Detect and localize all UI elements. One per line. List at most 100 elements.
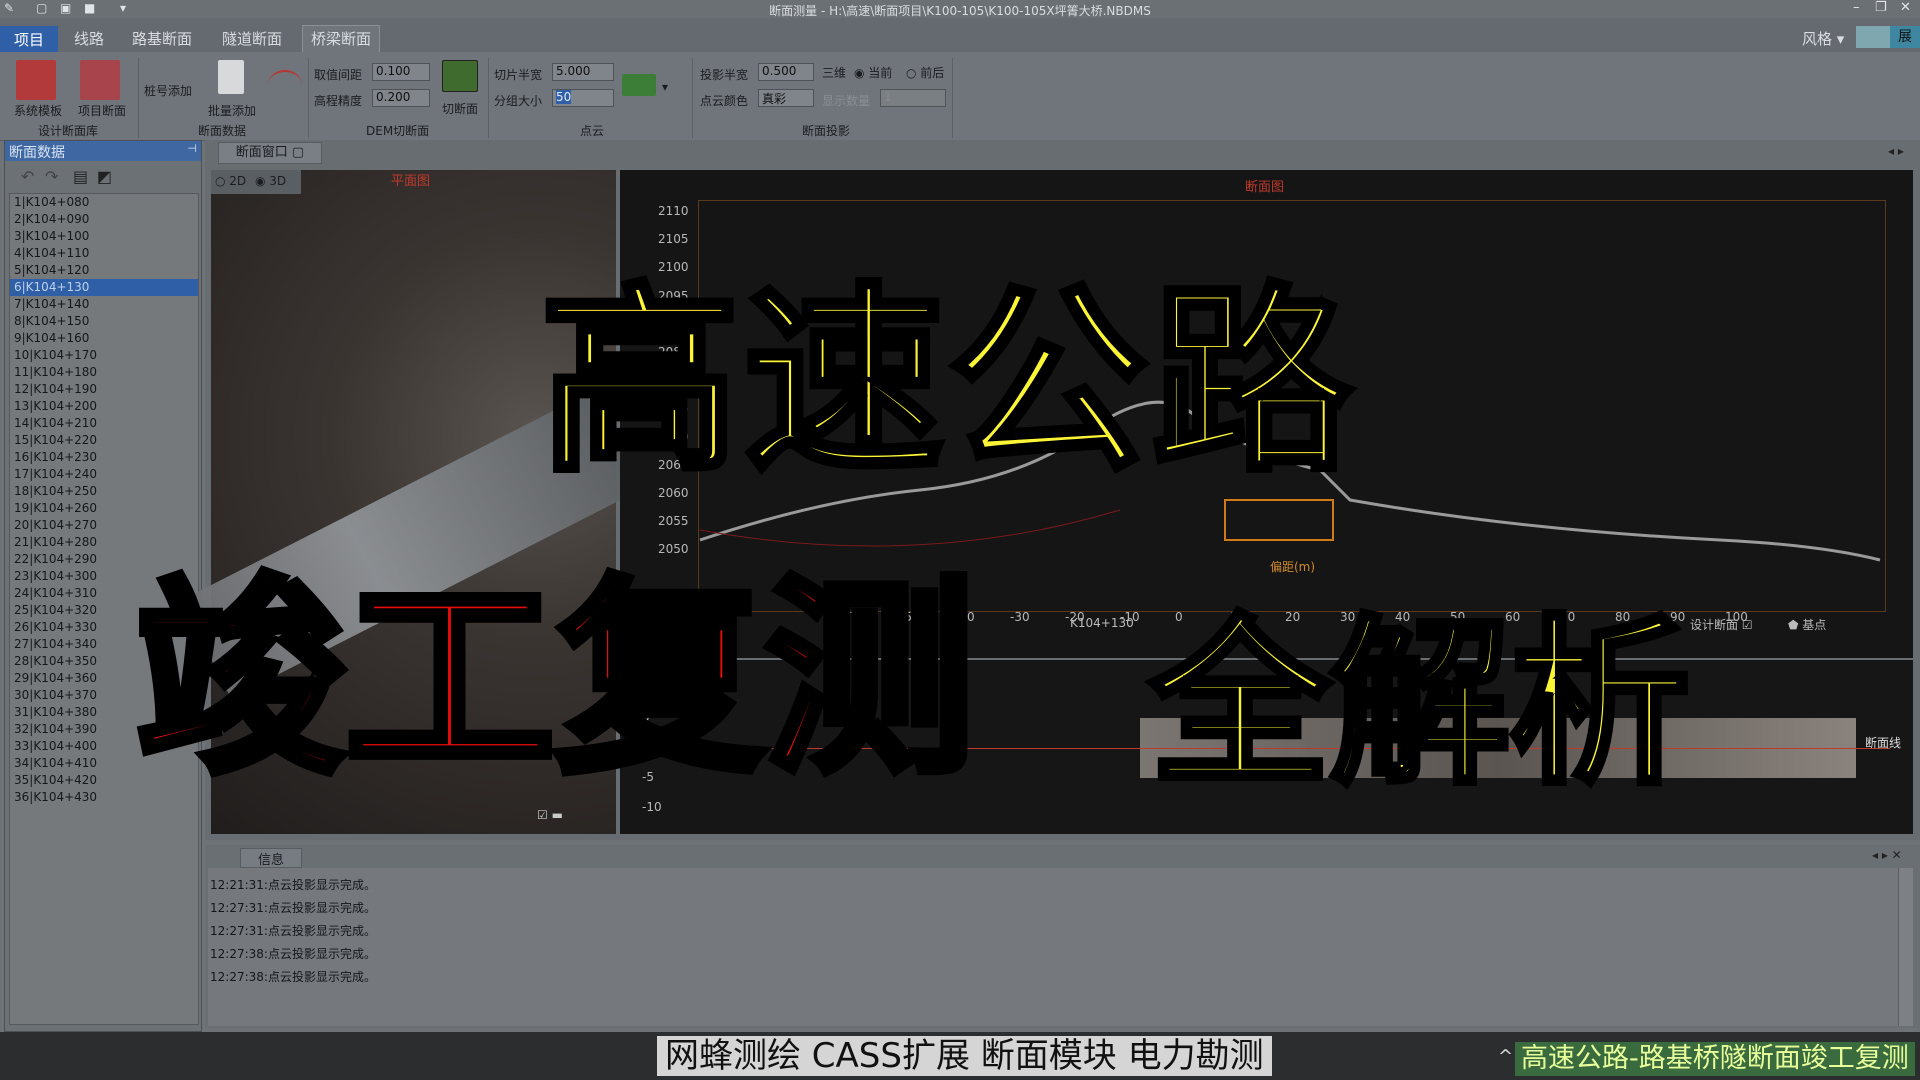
group-design-lib: 设计断面库 (38, 124, 99, 138)
minimize-button[interactable]: – (1853, 0, 1860, 15)
radio-2d[interactable]: ○ 2D (215, 174, 246, 188)
section-line-label: 断面线 (1865, 736, 1902, 750)
tab-tunnel-section[interactable]: 隧道断面 (214, 26, 290, 51)
station-list-item[interactable]: 13|K104+200 (10, 398, 198, 415)
cut-section-button[interactable]: 切断面 (442, 100, 478, 117)
plan-title: 平面图 (391, 174, 431, 189)
station-list-item[interactable]: 12|K104+190 (10, 381, 198, 398)
station-list-item[interactable]: 21|K104+280 (10, 534, 198, 551)
slice-half-width-input[interactable]: 5.000 (552, 63, 614, 81)
info-panel-controls-icon[interactable]: ◂ ▸ ✕ (1872, 848, 1902, 862)
station-list-item[interactable]: 8|K104+150 (10, 313, 198, 330)
bridge-structure (1224, 499, 1334, 541)
pc-color-select[interactable]: 真彩 (758, 89, 814, 107)
station-list-item[interactable]: 5|K104+120 (10, 262, 198, 279)
station-list-item[interactable]: 6|K104+130 (10, 279, 198, 296)
station-list-item[interactable]: 7|K104+140 (10, 296, 198, 313)
station-list-item[interactable]: 4|K104+110 (10, 245, 198, 262)
station-list-item[interactable]: 19|K104+260 (10, 500, 198, 517)
ribbon-panel: 系统模板 项目断面 设计断面库 桩号添加 批量添加 断面数据 取值间距 0.10… (0, 52, 1920, 141)
display-count-select[interactable]: 1 (880, 89, 946, 107)
station-list-item[interactable]: 20|K104+270 (10, 517, 198, 534)
restore-button[interactable]: ❐ (1875, 0, 1887, 15)
ribbon-tabs: 项目 线路 路基断面 隧道断面 桥梁断面 风格 ▾ 展 (0, 18, 1920, 52)
sample-spacing-label: 取值间距 (314, 68, 363, 82)
point-cloud-icon[interactable] (622, 74, 656, 96)
style-menu[interactable]: 风格 ▾ (1794, 26, 1852, 51)
cut-section-icon[interactable] (442, 60, 478, 92)
station-list-item[interactable]: 18|K104+250 (10, 483, 198, 500)
station-list-item[interactable]: 3|K104+100 (10, 228, 198, 245)
overlay-title-line1: 高速公路 (537, 265, 1357, 501)
table-icon[interactable]: ▤ (73, 167, 88, 186)
overlay-title-red: 竣工复测 (131, 556, 979, 804)
bottom-y-tick-label: -10 (642, 800, 662, 814)
overlay-title-yellow: 全解析 (1147, 597, 1693, 812)
group-size-input[interactable]: 50 (552, 89, 614, 107)
group-projection: 断面投影 (802, 124, 851, 138)
station-list-item[interactable]: 14|K104+210 (10, 415, 198, 432)
close-button[interactable]: ✕ (1900, 0, 1911, 15)
station-list-item[interactable]: 11|K104+180 (10, 364, 198, 381)
caption-main: 网蜂测绘 CASS扩展 断面模块 电力勘测 (657, 1036, 1272, 1076)
info-log-line: 12:27:38:点云投影显示完成。 (210, 970, 376, 984)
prev-next-radio[interactable]: ○ 前后 (906, 64, 944, 81)
legend-base[interactable]: ⬟ 基点 (1788, 616, 1826, 633)
info-scrollbar[interactable] (1898, 868, 1913, 1026)
group-point-cloud: 点云 (580, 124, 605, 138)
tab-bridge-section[interactable]: 桥梁断面 (302, 25, 381, 52)
legend-design[interactable]: 设计断面 ☑ (1690, 616, 1753, 633)
sample-spacing-input[interactable]: 0.100 (372, 63, 430, 81)
info-log-line: 12:27:31:点云投影显示完成。 (210, 901, 376, 915)
current-radio[interactable]: ◉ 当前 (854, 64, 892, 81)
accent-block (1856, 26, 1890, 48)
doc-scroll-arrows-icon[interactable]: ◂ ▸ (1888, 144, 1904, 158)
three-d-label: 三维 (822, 66, 847, 80)
panel-title: 断面数据 (9, 145, 65, 161)
tab-project[interactable]: 项目 (0, 26, 59, 52)
caption-right: 高速公路-路基桥隧断面竣工复测 (1515, 1042, 1915, 1076)
info-log-line: 12:21:31:点云投影显示完成。 (210, 878, 376, 892)
info-log-line: 12:27:31:点云投影显示完成。 (210, 924, 376, 938)
undo-icon[interactable]: ↶ (21, 167, 34, 186)
radio-3d[interactable]: ◉ 3D (255, 174, 286, 188)
info-log-line: 12:27:38:点云投影显示完成。 (210, 947, 376, 961)
station-list-item[interactable]: 10|K104+170 (10, 347, 198, 364)
window-title: 断面测量 - H:\高速\断面项目\K100-105\K100-105X坪箐大桥… (769, 4, 1151, 18)
tab-info[interactable]: 信息 (240, 848, 302, 868)
title-bar: ✎ ▢ ▣ ■ ▾ 断面测量 - H:\高速\断面项目\K100-105\K10… (0, 0, 1920, 18)
station-list-item[interactable]: 2|K104+090 (10, 211, 198, 228)
station-list-item[interactable]: 15|K104+220 (10, 432, 198, 449)
station-add-button[interactable]: 桩号添加 (144, 82, 192, 99)
station-list-item[interactable]: 1|K104+080 (10, 194, 198, 211)
proj-half-width-input[interactable]: 0.500 (758, 63, 814, 81)
project-section-button[interactable]: 项目断面 (78, 102, 126, 119)
check-icon[interactable]: ☑ ▬ (537, 808, 563, 822)
caret-up-icon: ^ (1498, 1046, 1514, 1067)
group-section-data: 断面数据 (198, 124, 247, 138)
project-section-icon[interactable] (80, 60, 120, 100)
pin-icon[interactable]: ⊣ (187, 142, 197, 155)
point-cloud-dropdown-icon[interactable]: ▾ (662, 80, 668, 94)
batch-add-button[interactable]: 批量添加 (208, 102, 256, 119)
group-dem-cut: DEM切断面 (366, 124, 430, 138)
chart-icon[interactable]: ◩ (97, 167, 112, 186)
slice-half-width-label: 切片半宽 (494, 68, 543, 82)
redo-icon[interactable]: ↷ (45, 167, 58, 186)
system-template-button[interactable]: 系统模板 (14, 102, 62, 119)
arc-tool-icon[interactable] (268, 70, 302, 100)
tab-section-window[interactable]: 断面窗口 ▢ (218, 142, 322, 164)
legend-station: K104+130 (1070, 616, 1134, 630)
group-size-label: 分组大小 (494, 94, 543, 108)
tab-subgrade-section[interactable]: 路基断面 (124, 26, 200, 51)
station-list-item[interactable]: 17|K104+240 (10, 466, 198, 483)
tab-route[interactable]: 线路 (66, 26, 112, 51)
station-list-item[interactable]: 16|K104+230 (10, 449, 198, 466)
design-line (699, 509, 1121, 547)
elev-precision-input[interactable]: 0.200 (372, 89, 430, 107)
station-list-item[interactable]: 9|K104+160 (10, 330, 198, 347)
panel-toolbar: ↶ ↷ ▤ ◩ (13, 167, 133, 186)
system-template-icon[interactable] (16, 60, 56, 100)
expand-button[interactable]: 展 (1890, 26, 1920, 48)
batch-add-icon[interactable] (218, 60, 244, 94)
